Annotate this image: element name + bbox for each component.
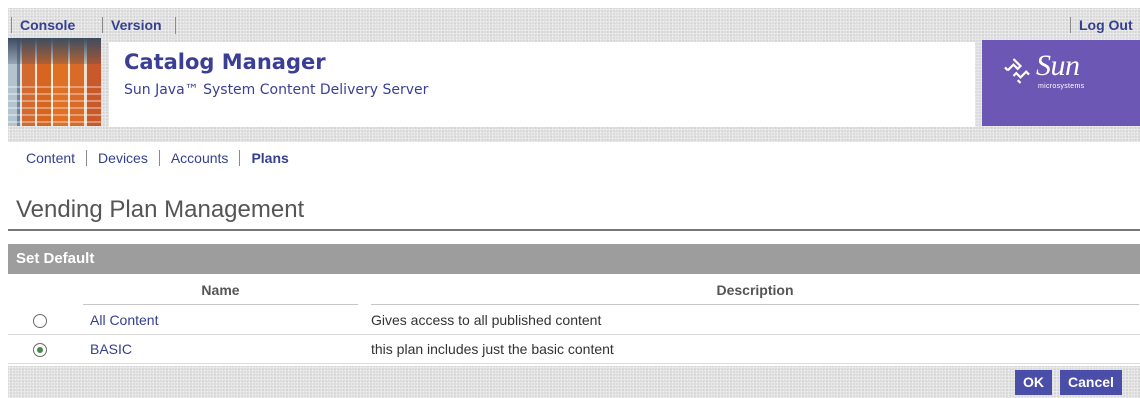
select-radio[interactable]: [33, 343, 47, 357]
sun-subtext: microsystems: [1038, 83, 1085, 90]
utility-bar: Console Version Log Out: [8, 8, 1140, 42]
plan-table: Name Description All Content Gives acces…: [8, 274, 1140, 364]
logout-link[interactable]: Log Out: [1070, 17, 1133, 33]
cancel-button[interactable]: Cancel: [1060, 370, 1122, 395]
action-bar: OK Cancel: [8, 366, 1140, 398]
sun-wordmark: Sun: [1036, 49, 1080, 82]
tab-content[interactable]: Content: [26, 150, 75, 166]
tab-accounts[interactable]: Accounts: [171, 150, 229, 166]
title-panel: Catalog Manager Sun Java™ System Content…: [109, 42, 975, 127]
description-column-header[interactable]: Description: [359, 274, 1140, 306]
app-title: Catalog Manager: [124, 50, 326, 74]
console-link[interactable]: Console: [11, 17, 75, 33]
tab-separator: [86, 150, 88, 166]
sun-logo: Sun microsystems: [982, 40, 1140, 126]
table-row: BASIC this plan includes just the basic …: [8, 334, 1140, 364]
select-column-header: [8, 274, 82, 306]
table-header-row: Name Description: [8, 274, 1140, 306]
main-tabs: Content Devices Accounts Plans: [26, 150, 289, 166]
version-link[interactable]: Version: [102, 17, 162, 33]
page-title: Vending Plan Management: [16, 196, 305, 223]
app-subtitle: Sun Java™ System Content Delivery Server: [124, 82, 429, 98]
utility-separator: [175, 17, 176, 34]
plan-name-link[interactable]: All Content: [82, 312, 158, 328]
name-column-header[interactable]: Name: [82, 274, 359, 306]
select-radio[interactable]: [33, 314, 47, 328]
sun-mark-icon: [1004, 58, 1030, 84]
table-row: All Content Gives access to all publishe…: [8, 306, 1140, 335]
tab-separator: [239, 150, 241, 166]
plan-description: Gives access to all published content: [371, 312, 602, 328]
plan-description: this plan includes just the basic conten…: [371, 341, 614, 357]
ok-button[interactable]: OK: [1015, 370, 1052, 395]
plan-name-link[interactable]: BASIC: [82, 341, 132, 357]
section-header: Set Default: [8, 244, 1140, 274]
tab-devices[interactable]: Devices: [98, 150, 148, 166]
brand-image: [8, 38, 101, 126]
plan-table-panel: Set Default Name Description All Content…: [8, 244, 1140, 364]
tab-separator: [158, 150, 160, 166]
tab-plans[interactable]: Plans: [251, 150, 288, 166]
title-divider: [8, 229, 1140, 231]
